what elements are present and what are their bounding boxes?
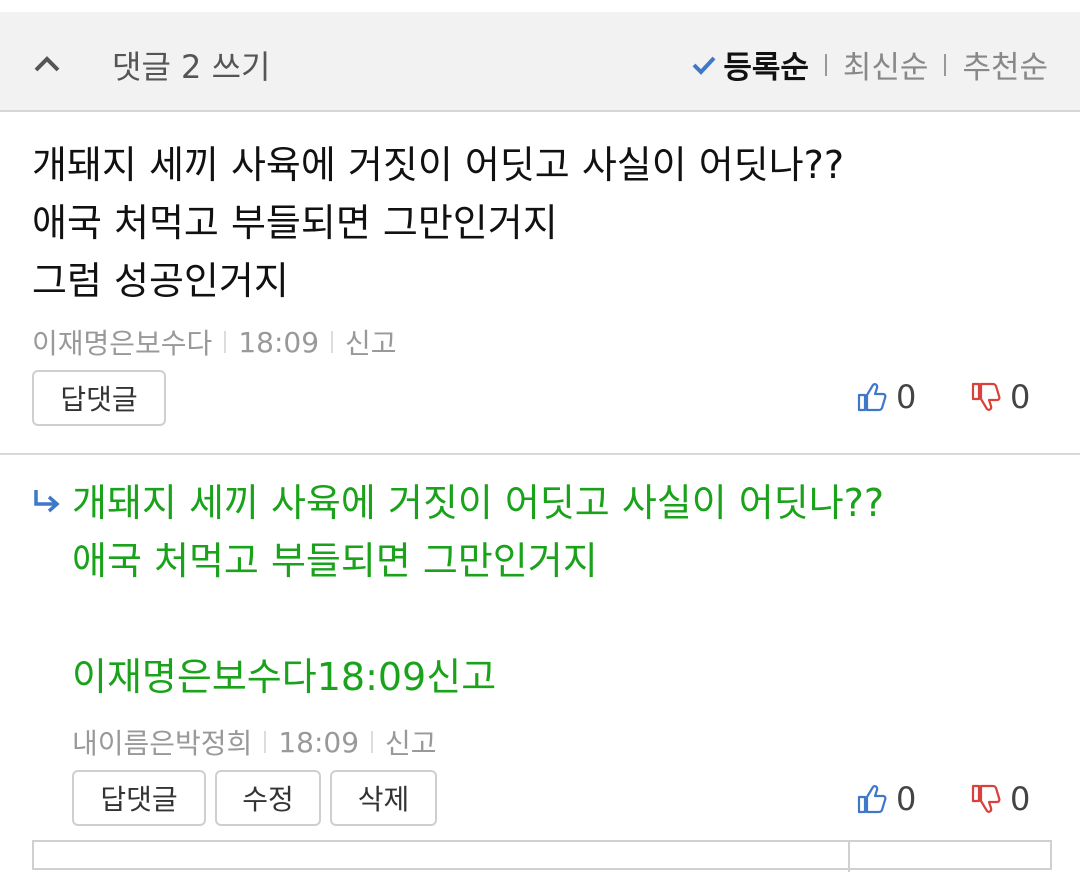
sort-registered[interactable]: 등록순: [723, 42, 809, 87]
like-button[interactable]: 0: [856, 378, 916, 416]
divider: [224, 331, 227, 353]
author-name[interactable]: 내이름은박정희: [72, 722, 252, 762]
thumbs-down-icon: [971, 784, 1001, 813]
top-strip: [0, 0, 1080, 12]
thumbs-up-icon: [857, 785, 887, 814]
report-link[interactable]: 신고: [345, 322, 397, 362]
dislike-button[interactable]: 0: [970, 780, 1030, 818]
comment-body: 개돼지 세끼 사육에 거짓이 어딧고 사실이 어딧나?? 애국 처먹고 부들되면…: [32, 136, 844, 310]
reply-line: 이재명은보수다18:09신고: [72, 655, 497, 699]
timestamp: 18:09: [278, 725, 360, 759]
divider: [824, 53, 827, 76]
reply-line: 개돼지 세끼 사육에 거짓이 어딧고 사실이 어딧나??: [72, 481, 885, 525]
dislike-count: 0: [1010, 378, 1031, 416]
sort-recent[interactable]: 최신순: [843, 42, 929, 87]
sort-recommended[interactable]: 추천순: [962, 42, 1048, 87]
like-count: 0: [896, 780, 917, 818]
comments-header: 댓글 2 쓰기 등록순 최신순 추천순: [0, 12, 1080, 112]
comment-line: 애국 처먹고 부들되면 그만인거지: [32, 201, 558, 245]
comment-line: 개돼지 세끼 사육에 거짓이 어딧고 사실이 어딧나??: [32, 143, 845, 187]
like-count: 0: [896, 378, 917, 416]
reply-line: [72, 590, 884, 648]
chevron-up-icon[interactable]: [30, 48, 64, 78]
thumbs-up-icon: [857, 383, 887, 412]
dislike-count: 0: [1010, 780, 1031, 818]
reply-line: 애국 처먹고 부들되면 그만인거지: [72, 539, 598, 583]
divider: [331, 331, 334, 353]
reply-arrow-icon: [34, 490, 60, 513]
comment-meta: 이재명은보수다 18:09 신고: [32, 322, 397, 362]
sort-options: 등록순 최신순 추천순: [691, 42, 1048, 87]
check-icon: [692, 56, 716, 75]
comment-count-title[interactable]: 댓글 2 쓰기: [112, 42, 270, 88]
author-name[interactable]: 이재명은보수다: [32, 322, 212, 362]
reply-body: 개돼지 세끼 사육에 거짓이 어딧고 사실이 어딧나?? 애국 처먹고 부들되면…: [72, 474, 884, 706]
like-button[interactable]: 0: [856, 780, 916, 818]
divider: [944, 53, 947, 76]
reply-button[interactable]: 답댓글: [32, 370, 166, 426]
delete-button[interactable]: 삭제: [330, 770, 437, 826]
reply-button[interactable]: 답댓글: [72, 770, 206, 826]
comment-input-box[interactable]: [32, 840, 1052, 872]
divider: [848, 842, 850, 872]
reply-meta: 내이름은박정희 18:09 신고: [72, 722, 437, 762]
report-link[interactable]: 신고: [385, 722, 437, 762]
thumbs-down-icon: [971, 382, 1001, 411]
comment-item: 개돼지 세끼 사육에 거짓이 어딧고 사실이 어딧나?? 애국 처먹고 부들되면…: [0, 112, 1080, 455]
dislike-button[interactable]: 0: [970, 378, 1030, 416]
divider: [371, 731, 374, 753]
edit-button[interactable]: 수정: [215, 770, 321, 826]
timestamp: 18:09: [238, 325, 320, 359]
divider: [264, 731, 267, 753]
comment-line: 그럼 성공인거지: [32, 259, 289, 303]
